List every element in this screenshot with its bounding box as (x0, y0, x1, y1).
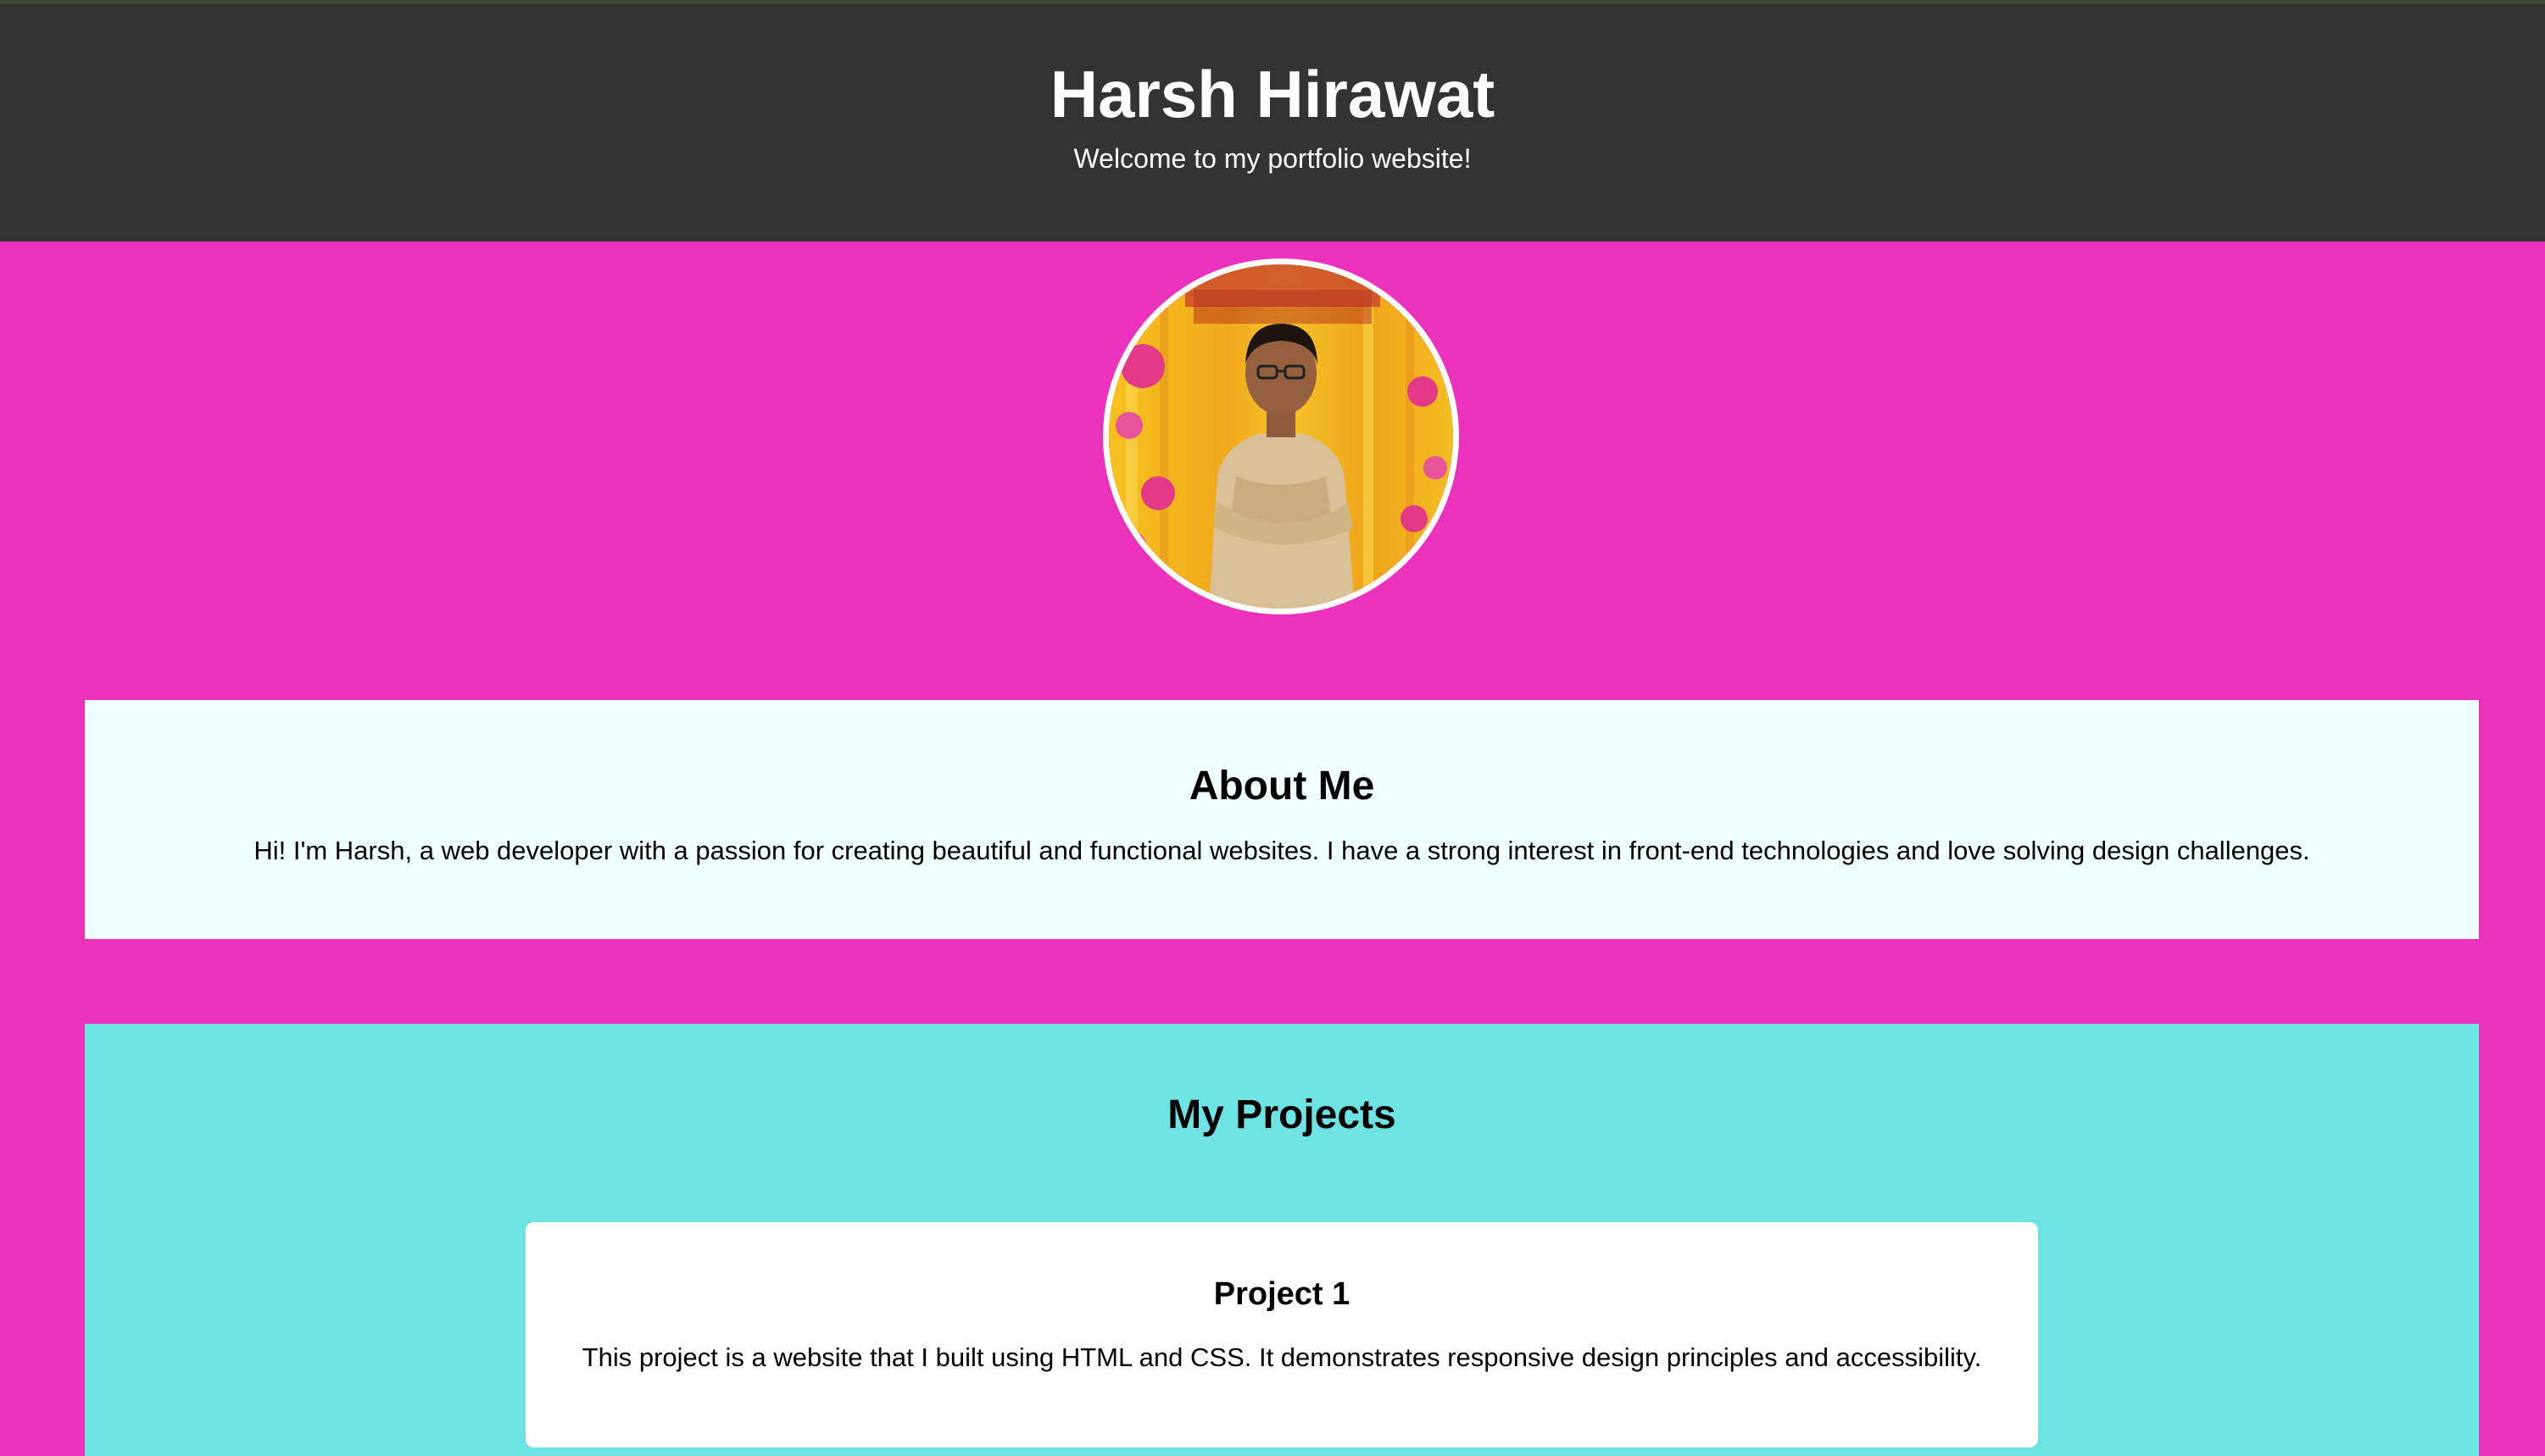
site-tagline: Welcome to my portfolio website! (1073, 143, 1472, 174)
project-description: This project is a website that I built u… (582, 1342, 1982, 1372)
about-section: About Me Hi! I'm Harsh, a web developer … (85, 700, 2479, 939)
projects-section: My Projects Project 1 This project is a … (85, 1024, 2479, 1456)
project-card: Project 1 This project is a website that… (526, 1222, 2038, 1448)
about-text: Hi! I'm Harsh, a web developer with a pa… (253, 836, 2310, 865)
projects-heading: My Projects (1167, 1092, 1396, 1137)
site-title: Harsh Hirawat (1050, 57, 1495, 131)
profile-photo (1103, 258, 1459, 614)
about-heading: About Me (1189, 764, 1375, 809)
site-header: Harsh Hirawat Welcome to my portfolio we… (0, 4, 2545, 242)
project-title: Project 1 (1213, 1276, 1350, 1312)
